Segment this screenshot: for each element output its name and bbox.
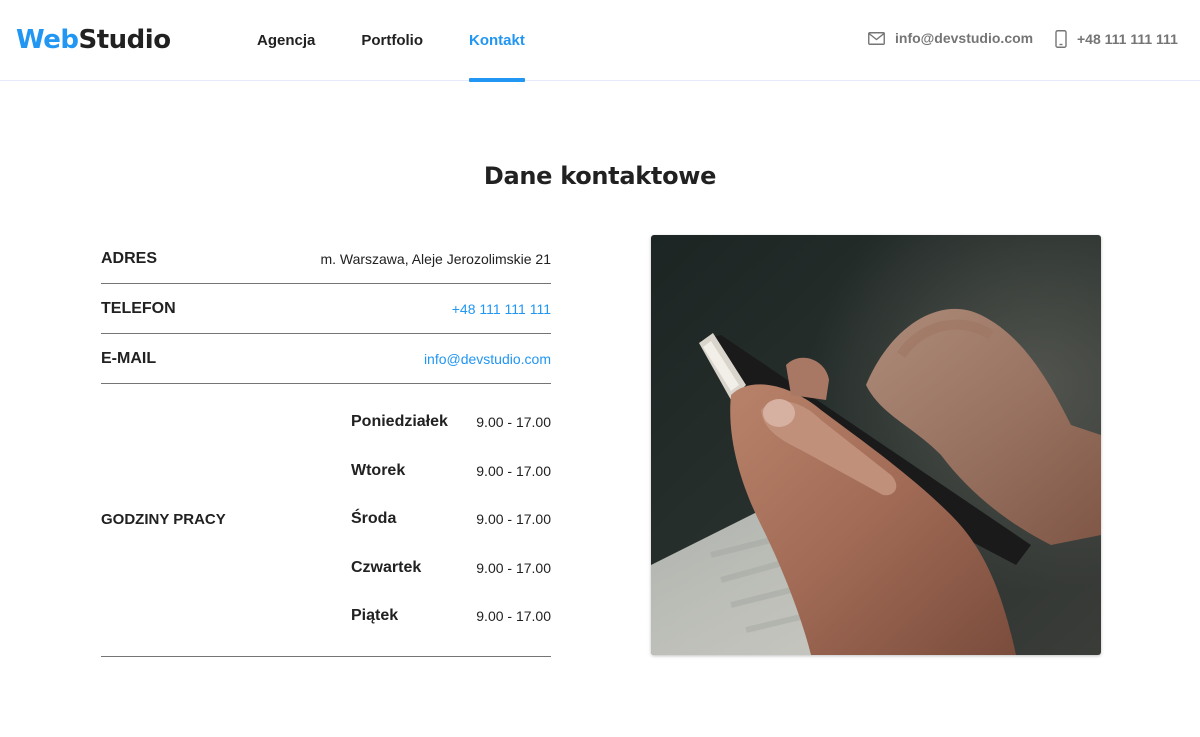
header-email-text: info@devstudio.com [895, 30, 1034, 46]
hours-label: GODZINY PRACY [101, 511, 226, 528]
hours-row: Wtorek 9.00 - 17.00 [351, 447, 551, 496]
email-label: E-MAIL [101, 349, 157, 367]
hours-list: Poniedziałek 9.00 - 17.00 Wtorek 9.00 - … [351, 398, 551, 641]
nav-item-portfolio[interactable]: Portfolio [361, 0, 423, 81]
address-value: m. Warszawa, Aleje Jerozolimskie 21 [320, 250, 551, 267]
logo[interactable]: WebStudio [16, 24, 171, 56]
nav-item-kontakt[interactable]: Kontakt [469, 0, 525, 82]
day-hours: 9.00 - 17.00 [476, 608, 551, 625]
day-name: Wtorek [351, 461, 406, 479]
day-hours: 9.00 - 17.00 [476, 462, 551, 479]
email-row: E-MAIL info@devstudio.com [101, 334, 551, 384]
main-nav: Agencja Portfolio Kontakt [257, 0, 571, 82]
contact-photo [651, 235, 1101, 655]
envelope-icon [868, 31, 885, 45]
hours-row: Poniedziałek 9.00 - 17.00 [351, 398, 551, 447]
header-phone-link[interactable]: +48 111 111 111 [1055, 30, 1178, 48]
address-label: ADRES [101, 249, 158, 267]
nav-item-agencja[interactable]: Agencja [257, 0, 315, 81]
phone-label: TELEFON [101, 299, 176, 317]
day-hours: 9.00 - 17.00 [476, 511, 551, 528]
day-name: Środa [351, 510, 397, 528]
logo-web: Web [16, 25, 79, 55]
day-hours: 9.00 - 17.00 [476, 559, 551, 576]
hours-row: Piątek 9.00 - 17.00 [351, 592, 551, 641]
site-header: WebStudio Agencja Portfolio Kontakt info… [0, 0, 1200, 82]
phone-link[interactable]: +48 111 111 111 [452, 301, 551, 317]
contact-info: ADRES m. Warszawa, Aleje Jerozolimskie 2… [101, 234, 551, 657]
working-hours: GODZINY PRACY Poniedziałek 9.00 - 17.00 … [101, 384, 551, 657]
header-phone-text: +48 111 111 111 [1077, 31, 1178, 47]
header-email-link[interactable]: info@devstudio.com [868, 30, 1033, 46]
page-title: Dane kontaktowe [483, 162, 717, 190]
smartphone-icon [1055, 30, 1067, 48]
day-name: Poniedziałek [351, 413, 448, 431]
day-name: Czwartek [351, 558, 422, 576]
email-link[interactable]: info@devstudio.com [424, 351, 551, 367]
phone-row: TELEFON +48 111 111 111 [101, 284, 551, 334]
logo-studio: Studio [78, 25, 172, 55]
hours-row: Czwartek 9.00 - 17.00 [351, 544, 551, 593]
address-row: ADRES m. Warszawa, Aleje Jerozolimskie 2… [101, 234, 551, 284]
day-hours: 9.00 - 17.00 [476, 414, 551, 431]
day-name: Piątek [351, 607, 399, 625]
hours-row: Środa 9.00 - 17.00 [351, 495, 551, 544]
